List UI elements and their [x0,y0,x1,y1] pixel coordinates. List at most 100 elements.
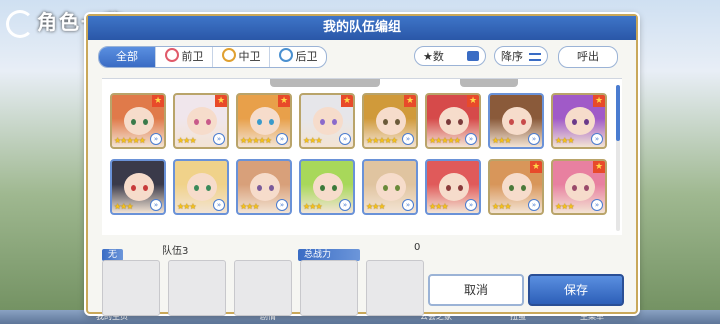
character-portrait[interactable]: ★ ★★★» [488,159,544,215]
character-eye [194,119,199,125]
character-face [376,173,406,201]
detail-arrow-icon[interactable]: » [276,133,288,145]
character-eye [383,119,388,125]
character-portrait[interactable]: ★★★ » [488,93,544,149]
detail-arrow-icon[interactable]: » [528,199,540,211]
save-button[interactable]: 保存 [528,274,624,306]
character-face [124,107,154,135]
detail-arrow-icon[interactable]: » [213,133,225,145]
detail-arrow-icon[interactable]: » [339,133,351,145]
team-slot[interactable] [168,260,226,316]
detail-arrow-icon[interactable]: » [339,199,351,211]
character-eye [131,119,136,125]
detail-arrow-icon[interactable]: » [465,199,477,211]
character-eye [269,185,274,191]
detail-arrow-icon[interactable]: » [591,199,603,211]
order-icon [529,53,541,61]
character-eye [131,185,136,191]
character-portrait[interactable]: ★ ★★★» [173,93,229,149]
character-face [376,107,406,135]
star-rating: ★★★ [492,202,511,211]
detail-arrow-icon[interactable]: » [150,133,162,145]
character-portrait[interactable]: ★★★ » [110,159,166,215]
detail-arrow-icon[interactable]: » [591,133,603,145]
character-eye [320,185,325,191]
mid-icon [221,48,236,62]
character-portrait[interactable]: ★★★ » [299,159,355,215]
rank-icon: ★ [467,95,479,107]
character-face [313,107,343,135]
rank-icon: ★ [278,95,290,107]
character-face [565,107,595,135]
character-portrait[interactable]: ★ ★★★★★» [110,93,166,149]
star-rating: ★★★ [366,202,385,211]
detail-arrow-icon[interactable]: » [276,199,288,211]
character-eye [269,119,274,125]
character-portrait[interactable]: ★ ★★★★★» [425,93,481,149]
team-slot[interactable] [366,260,424,316]
star-rating: ★★★ [240,202,259,211]
character-portrait[interactable]: ★★★ » [173,159,229,215]
team-slot[interactable] [102,260,160,316]
dialog-title: 我的队伍编组 [88,16,636,40]
character-face [250,107,280,135]
character-face [124,173,154,201]
character-face [187,107,217,135]
character-portrait[interactable]: ★★★ » [362,159,418,215]
star-rating: ★★★★★ [429,136,461,145]
detail-arrow-icon[interactable]: » [465,133,477,145]
character-portrait[interactable]: ★ ★★★★★» [236,93,292,149]
order-button[interactable]: 降序 [494,46,548,66]
call-button[interactable]: 呼出 [558,46,618,68]
detail-arrow-icon[interactable]: » [402,199,414,211]
character-face [313,173,343,201]
filter-back[interactable]: 后卫 [270,47,326,67]
cancel-button[interactable]: 取消 [428,274,524,306]
character-eye [584,185,589,191]
filter-mid[interactable]: 中卫 [213,47,270,67]
detail-arrow-icon[interactable]: » [528,133,540,145]
character-eye [509,119,514,125]
team-slot[interactable] [300,260,358,316]
character-portrait[interactable]: ★ ★★★★★» [362,93,418,149]
character-eye [320,119,325,125]
scroll-thumb[interactable] [616,85,620,141]
swirl-icon [6,9,34,38]
character-portrait[interactable]: ★ ★★★» [551,93,607,149]
sort-button[interactable]: ★数 [414,46,486,66]
character-face [187,173,217,201]
team-slot[interactable] [234,260,292,316]
character-eye [206,185,211,191]
star-rating: ★★★ [177,136,196,145]
team-name: 队伍3 [162,246,189,257]
character-eye [584,119,589,125]
character-eye [572,185,577,191]
character-eye [383,185,388,191]
star-rating: ★★★ [555,136,574,145]
filter-front[interactable]: 前卫 [156,47,213,67]
character-eye [143,185,148,191]
character-portrait[interactable]: ★★★ » [236,159,292,215]
grid-scrollbar[interactable] [616,85,620,231]
character-portrait[interactable]: ★★★ » [425,159,481,215]
star-rating: ★★★★★ [366,136,398,145]
character-eye [395,119,400,125]
character-portrait[interactable]: ★ ★★★» [299,93,355,149]
back-icon [278,48,293,62]
star-rating: ★★★ [492,136,511,145]
star-rating: ★★★ [555,202,574,211]
filter-all[interactable]: 全部 [99,47,156,67]
detail-arrow-icon[interactable]: » [150,199,162,211]
filter-all-label: 全部 [116,50,138,63]
character-eye [143,119,148,125]
detail-arrow-icon[interactable]: » [402,133,414,145]
character-eye [257,119,262,125]
character-eye [521,185,526,191]
rank-icon: ★ [530,161,542,173]
character-face [439,107,469,135]
detail-arrow-icon[interactable]: » [213,199,225,211]
character-portrait[interactable]: ★ ★★★» [551,159,607,215]
order-label: 降序 [501,50,523,63]
character-eye [521,119,526,125]
rank-icon: ★ [341,95,353,107]
